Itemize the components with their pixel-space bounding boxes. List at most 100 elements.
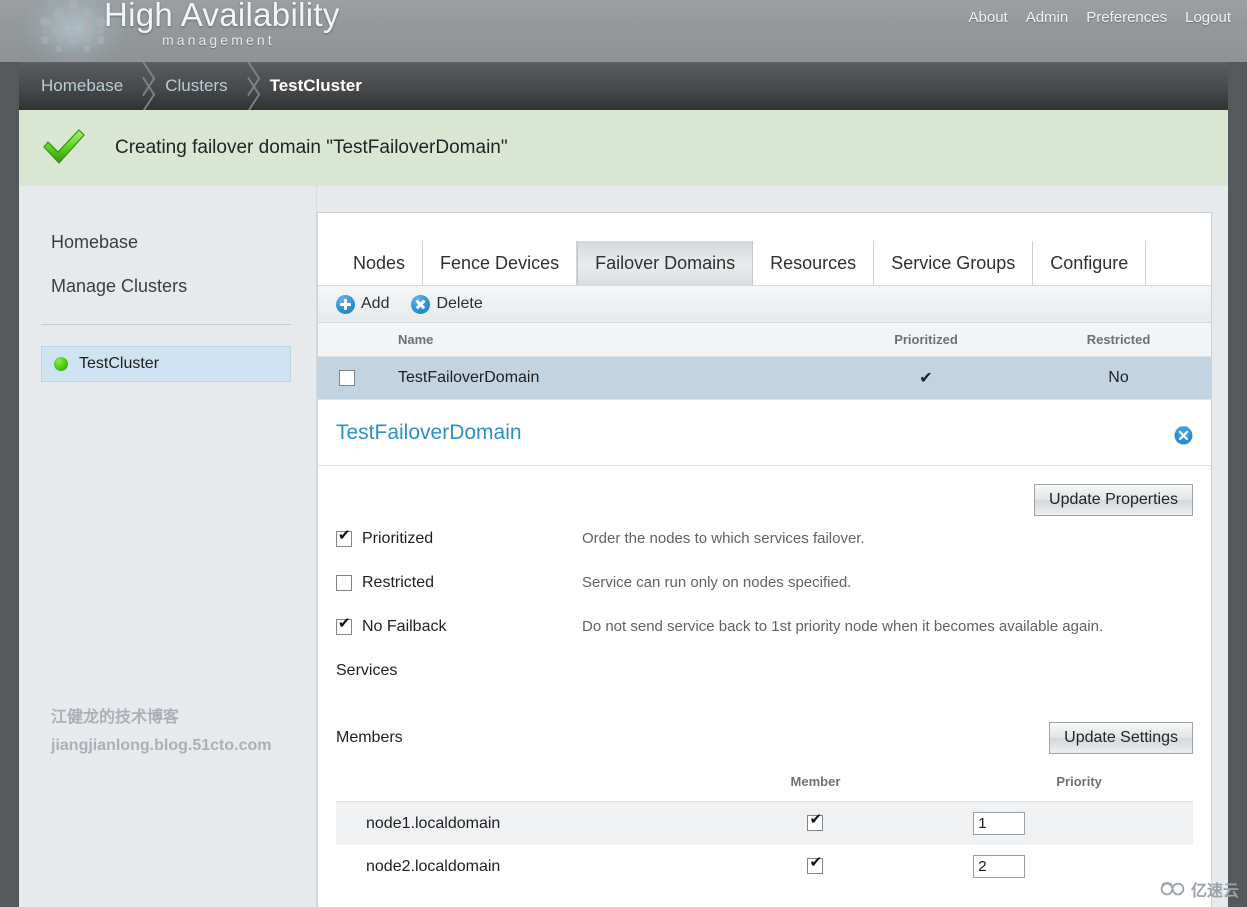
sidebar-item-homebase[interactable]: Homebase (51, 232, 138, 253)
tab-nodes[interactable]: Nodes (336, 241, 424, 285)
column-header-prioritized: Prioritized (826, 323, 1026, 357)
close-icon[interactable] (1174, 425, 1193, 445)
member-row: node1.localdomain (336, 801, 1193, 845)
delete-icon (411, 294, 431, 314)
row-name: TestFailoverDomain (376, 356, 826, 399)
tab-bar: Nodes Fence Devices Failover Domains Res… (318, 213, 1211, 285)
services-section: Services (336, 662, 1193, 716)
tab-service-groups[interactable]: Service Groups (874, 241, 1034, 285)
sidebar-item-testcluster[interactable]: TestCluster (41, 346, 291, 382)
breadcrumb-item-testcluster[interactable]: TestCluster (266, 76, 366, 96)
delete-button[interactable]: Delete (411, 294, 483, 314)
application-window: High Availability management About Admin… (0, 0, 1247, 907)
row-prioritized: ✔ (826, 356, 1026, 399)
app-logo: High Availability management (22, 0, 339, 66)
body-area: Homebase Manage Clusters TestCluster 江健龙… (19, 186, 1228, 907)
breadcrumb: Homebase Clusters TestCluster (19, 62, 1228, 110)
prioritized-label: Prioritized (362, 530, 434, 547)
top-navigation: About Admin Preferences Logout (969, 4, 1232, 30)
add-icon (336, 294, 355, 314)
cloud-icon (1160, 882, 1185, 896)
column-header-restricted: Restricted (1026, 323, 1211, 357)
services-label: Services (336, 662, 398, 679)
row-checkbox-cell (318, 356, 376, 399)
detail-body: Update Properties Prioritized Order the … (318, 466, 1211, 888)
members-column-node (336, 768, 666, 802)
member-checkbox[interactable] (807, 812, 824, 832)
members-column-member: Member (665, 768, 966, 802)
update-properties-row: Update Properties (336, 484, 1193, 516)
column-header-name: Name (376, 323, 826, 357)
prioritized-description: Order the nodes to which services failov… (582, 530, 865, 547)
option-row-restricted: Restricted Service can run only on nodes… (336, 574, 1193, 592)
sidebar-divider (41, 324, 291, 325)
nav-admin[interactable]: Admin (1026, 9, 1069, 26)
add-button[interactable]: Add (336, 294, 390, 314)
restricted-checkbox[interactable] (336, 575, 352, 591)
main-panel: Nodes Fence Devices Failover Domains Res… (317, 212, 1212, 907)
nav-logout[interactable]: Logout (1185, 9, 1231, 26)
update-properties-button[interactable]: Update Properties (1034, 484, 1193, 516)
table-header-row: Name Prioritized Restricted (318, 323, 1211, 357)
corner-watermark-text: 亿速云 (1190, 883, 1239, 900)
corner-watermark: 亿速云 (1160, 877, 1239, 901)
option-row-no-failback: No Failback Do not send service back to … (336, 616, 1193, 636)
column-header-checkbox (318, 323, 376, 357)
domain-detail-panel: TestFailoverDomain Update Properties ✔ P… (318, 399, 1211, 888)
sidebar-watermark: 江健龙的技术博客 jiangjianlong.blog.51cto.com (51, 704, 271, 760)
tab-resources[interactable]: Resources (753, 241, 875, 285)
app-header: High Availability management About Admin… (0, 0, 1247, 66)
restricted-label: Restricted (362, 574, 435, 591)
nav-preferences[interactable]: Preferences (1086, 9, 1167, 26)
update-settings-button[interactable]: Update Settings (1049, 722, 1193, 754)
member-row: node2.localdomain (336, 845, 1193, 888)
no-failback-checkbox[interactable] (336, 616, 352, 635)
members-table: Member Priority node1.localdomain ✔ 1 no… (336, 768, 1193, 888)
table-toolbar: Add Delete (318, 285, 1211, 323)
members-label: Members (336, 729, 403, 746)
cluster-name-label: TestCluster (79, 355, 160, 372)
breadcrumb-chevron-icon (127, 62, 161, 110)
table-row[interactable]: TestFailoverDomain ✔ No (318, 356, 1211, 399)
member-checkbox-cell (666, 845, 966, 888)
detail-header: TestFailoverDomain (318, 400, 1211, 466)
prioritized-checkbox[interactable] (336, 528, 352, 547)
member-node-name: node2.localdomain (366, 857, 501, 875)
tab-configure[interactable]: Configure (1033, 241, 1147, 285)
nav-about[interactable]: About (969, 9, 1008, 26)
green-check-icon (41, 128, 87, 168)
add-button-label: Add (361, 295, 390, 312)
watermark-line-1: 江健龙的技术博客 (51, 709, 180, 726)
row-select-checkbox[interactable] (339, 369, 355, 386)
logo-title: High Availability (104, 0, 340, 33)
priority-input[interactable] (973, 812, 1026, 835)
watermark-line-2: jiangjianlong.blog.51cto.com (51, 737, 272, 754)
member-priority-cell (965, 801, 1193, 845)
members-section-header: Members Update Settings (336, 722, 1193, 754)
sidebar: Homebase Manage Clusters TestCluster 江健龙… (19, 186, 317, 907)
member-checkbox[interactable] (807, 855, 824, 875)
no-failback-label: No Failback (362, 618, 447, 635)
member-node-name: node1.localdomain (336, 801, 666, 845)
notification-message: Creating failover domain "TestFailoverDo… (115, 137, 508, 158)
no-failback-description: Do not send service back to 1st priority… (582, 618, 1104, 635)
tab-fence-devices[interactable]: Fence Devices (423, 241, 578, 285)
option-row-prioritized: Prioritized Order the nodes to which ser… (336, 528, 1193, 548)
logo-subtitle: management (162, 32, 275, 48)
tab-failover-domains[interactable]: Failover Domains (577, 241, 754, 285)
sidebar-item-manage-clusters[interactable]: Manage Clusters (51, 276, 187, 297)
window-frame-right (1228, 62, 1247, 907)
members-header-row: Member Priority (336, 768, 1193, 802)
breadcrumb-chevron-icon (232, 62, 266, 110)
breadcrumb-item-clusters[interactable]: Clusters (161, 76, 231, 96)
priority-input[interactable] (973, 855, 1026, 878)
row-restricted: No (1026, 356, 1211, 399)
member-checkbox-cell (665, 801, 966, 845)
breadcrumb-item-homebase[interactable]: Homebase (37, 76, 127, 96)
member-priority-cell (965, 845, 1193, 888)
members-column-priority: Priority (965, 768, 1193, 802)
failover-domains-table: Name Prioritized Restricted TestFailover… (318, 323, 1211, 399)
window-frame-left (0, 62, 19, 907)
notification-banner: Creating failover domain "TestFailoverDo… (19, 110, 1228, 186)
detail-title: TestFailoverDomain (336, 420, 522, 444)
